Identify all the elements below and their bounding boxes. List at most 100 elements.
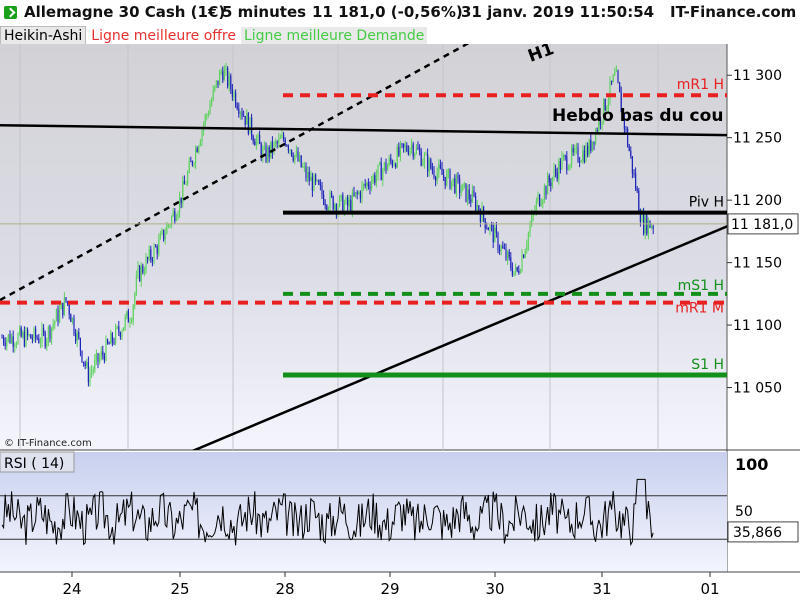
candle-body [630, 150, 632, 157]
legend-best-demand[interactable]: Ligne meilleure Demande [240, 27, 428, 45]
candle-body [6, 339, 8, 346]
candle-body [591, 141, 593, 151]
candle-body [643, 213, 645, 234]
candle-body [228, 75, 230, 87]
candle-body [391, 161, 393, 166]
candle-body [343, 203, 345, 214]
candle-body [582, 150, 584, 162]
candle-body [22, 332, 24, 337]
x-tick-label: 29 [380, 580, 399, 598]
instrument-name: Allemagne 30 Cash (1€) [24, 3, 226, 21]
candle-body [447, 169, 449, 173]
candle-body [326, 205, 328, 210]
candle-body [267, 147, 269, 162]
candle-body [435, 177, 437, 181]
candle-body [377, 164, 379, 176]
candle-body [311, 176, 313, 191]
candle-body [382, 169, 384, 181]
candle-body [38, 338, 40, 343]
plot-background [0, 44, 727, 450]
candle-body [579, 161, 581, 163]
candle-body [110, 333, 112, 345]
candle-body [358, 192, 360, 194]
candle-body [103, 355, 105, 361]
candle-body [140, 265, 142, 282]
indicator-legend: Heikin-Ashi Ligne meilleure offre Ligne me… [0, 26, 429, 46]
candle-body [289, 149, 291, 151]
candle-body [60, 302, 62, 310]
candle-body [372, 175, 374, 182]
candle-body [172, 211, 174, 217]
candle-body [537, 194, 539, 202]
candle-body [67, 301, 69, 304]
candle-body [622, 112, 624, 114]
candle-body [433, 170, 435, 178]
candle-body [126, 311, 128, 317]
candle-body [14, 345, 16, 347]
candle-body [475, 196, 477, 211]
candle-body [425, 154, 427, 156]
x-tick-label: 30 [485, 580, 504, 598]
candle-body [596, 130, 598, 132]
candle-body [102, 351, 104, 356]
candle-body [118, 326, 120, 333]
candle-body [113, 342, 115, 344]
candle-body [214, 85, 216, 90]
candle-body [107, 339, 109, 344]
candle-body [396, 147, 398, 168]
candle-body [604, 98, 606, 111]
candle-body [646, 215, 648, 234]
candle-body [436, 172, 438, 181]
candle-body [307, 172, 309, 179]
candle-body [284, 139, 286, 146]
candle-body [49, 326, 51, 339]
candle-body [252, 136, 254, 142]
candle-body [188, 161, 190, 173]
candle-body [601, 121, 603, 125]
expand-icon[interactable] [4, 6, 17, 19]
candle-body [153, 246, 155, 262]
candle-body [137, 266, 139, 277]
candle-body [174, 211, 176, 221]
candle-body [417, 147, 419, 150]
candle-body [161, 229, 163, 234]
x-tick-label: 01 [700, 580, 719, 598]
candle-body [270, 141, 272, 157]
candle-body [511, 267, 513, 276]
candle-body [623, 113, 625, 129]
candle-body [4, 342, 6, 346]
trendline-label-hebdo: Hebdo bas du cou [552, 106, 723, 126]
candle-body [235, 92, 237, 106]
candle-body [319, 184, 321, 186]
candle-body [111, 333, 113, 343]
candle-body [467, 189, 469, 202]
candle-body [649, 220, 651, 228]
candle-body [470, 199, 472, 203]
candle-body [607, 99, 609, 107]
candle-body [115, 327, 117, 344]
candle-body [108, 343, 110, 345]
candle-body [555, 169, 557, 173]
candle-body [335, 204, 337, 213]
candle-body [131, 320, 133, 323]
price-chart[interactable]: H1 Hebdo bas du cou mR1 H Piv H mS1 H mR1 M S… [0, 0, 800, 600]
candle-body [505, 248, 507, 260]
candle-body [347, 197, 349, 207]
candle-body [223, 69, 225, 81]
y-tick-label: 11 150 [733, 256, 782, 272]
candle-body [260, 143, 262, 158]
candle-body [355, 192, 357, 196]
candle-body [548, 176, 550, 183]
candle-body [332, 196, 334, 210]
legend-heikin-ashi[interactable]: Heikin-Ashi [0, 26, 87, 46]
candle-body [236, 105, 238, 109]
candle-body [374, 175, 376, 183]
candle-body [327, 208, 329, 210]
candle-body [534, 211, 536, 214]
candle-body [639, 211, 641, 222]
candle-body [465, 183, 467, 202]
legend-best-offer[interactable]: Ligne meilleure offre [88, 27, 239, 45]
candle-body [321, 185, 323, 195]
candle-body [227, 67, 229, 87]
candle-body [390, 158, 392, 162]
